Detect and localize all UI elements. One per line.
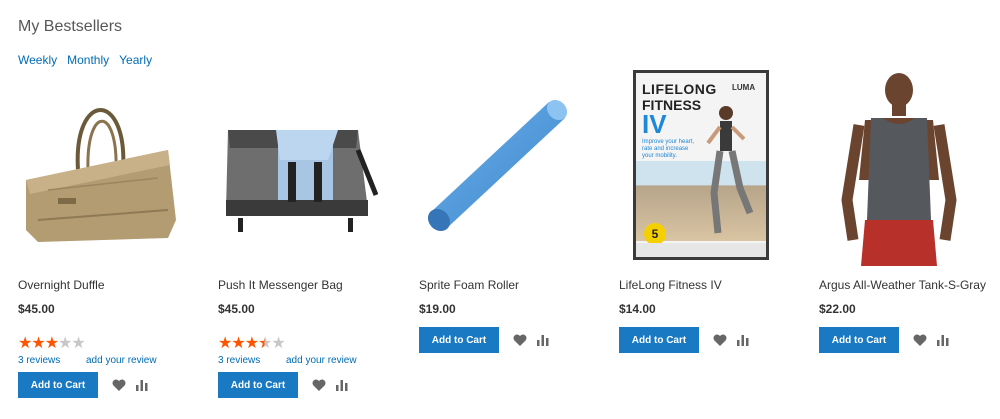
compare-icon[interactable] [737,334,749,346]
product-card: Push It Messenger Bag $45.00 ★★★★★ 3 rev… [218,70,398,398]
heart-icon[interactable] [112,379,126,391]
star-icon: ★ [58,335,72,352]
period-tabs: Weekly Monthly Yearly [18,53,152,67]
product-image[interactable]: LIFELONG FITNESS IV LUMA Improve your he… [619,70,779,270]
star-icon: ★ [258,335,272,352]
compare-icon[interactable] [336,379,348,391]
product-actions: Add to Cart [218,372,348,398]
product-image[interactable] [419,70,579,270]
product-name[interactable]: LifeLong Fitness IV [619,278,722,292]
product-actions: Add to Cart [619,327,749,353]
dvd-badge: 5 [644,223,666,245]
product-price: $22.00 [819,302,856,316]
product-image[interactable] [218,70,379,270]
heart-icon[interactable] [513,334,527,346]
product-actions: Add to Cart [819,327,949,353]
product-price: $14.00 [619,302,656,316]
add-to-cart-button[interactable]: Add to Cart [819,327,899,353]
product-name[interactable]: Push It Messenger Bag [218,278,343,292]
star-icon: ★ [18,335,32,352]
compare-icon[interactable] [937,334,949,346]
add-review-link[interactable]: add your review [286,355,357,366]
reviews-link[interactable]: 3 reviews [218,355,260,366]
dvd-tagline: Improve your heart, rate and increase yo… [642,139,695,159]
dvd-footer [636,243,766,257]
product-price: $45.00 [218,302,255,316]
star-icon: ★ [31,335,45,352]
product-image[interactable] [18,70,178,270]
star-icon: ★ [231,335,245,352]
add-to-cart-button[interactable]: Add to Cart [18,372,98,398]
heart-icon[interactable] [713,334,727,346]
product-card: LIFELONG FITNESS IV LUMA Improve your he… [619,70,799,353]
rating-stars: ★★★★★ [18,335,86,352]
add-to-cart-button[interactable]: Add to Cart [419,327,499,353]
add-to-cart-button[interactable]: Add to Cart [619,327,699,353]
add-review-link[interactable]: add your review [86,355,157,366]
heart-icon[interactable] [312,379,326,391]
period-yearly[interactable]: Yearly [119,53,152,67]
dvd-title-line3: IV [642,109,667,139]
star-icon: ★ [71,335,85,352]
product-price: $19.00 [419,302,456,316]
product-actions: Add to Cart [18,372,148,398]
product-card: Sprite Foam Roller $19.00 Add to Cart [419,70,599,353]
product-card: Argus All-Weather Tank-S-Gray $22.00 Add… [819,70,999,353]
compare-icon[interactable] [136,379,148,391]
dvd-title-line1: LIFELONG [642,81,717,97]
rating-stars: ★★★★★ [218,335,286,352]
product-actions: Add to Cart [419,327,549,353]
product-image[interactable] [819,70,979,270]
star-icon: ★ [44,335,59,352]
period-monthly[interactable]: Monthly [67,53,109,67]
product-name[interactable]: Overnight Duffle [18,278,105,292]
runner-figure [706,106,754,234]
product-name[interactable]: Sprite Foam Roller [419,278,519,292]
dvd-brand: LUMA [732,83,756,92]
heart-icon[interactable] [913,334,927,346]
page-title: My Bestsellers [18,18,123,35]
product-card: Overnight Duffle $45.00 ★★★★★ 3 reviews … [18,70,198,398]
add-to-cart-button[interactable]: Add to Cart [218,372,298,398]
star-icon: ★ [218,335,232,352]
star-icon: ★ [271,335,285,352]
dvd-cover: LIFELONG FITNESS IV LUMA Improve your he… [633,70,769,260]
star-icon: ★ [244,335,259,352]
compare-icon[interactable] [537,334,549,346]
period-weekly[interactable]: Weekly [18,53,57,67]
reviews-link[interactable]: 3 reviews [18,355,60,366]
product-price: $45.00 [18,302,55,316]
product-name[interactable]: Argus All-Weather Tank-S-Gray [819,278,986,292]
